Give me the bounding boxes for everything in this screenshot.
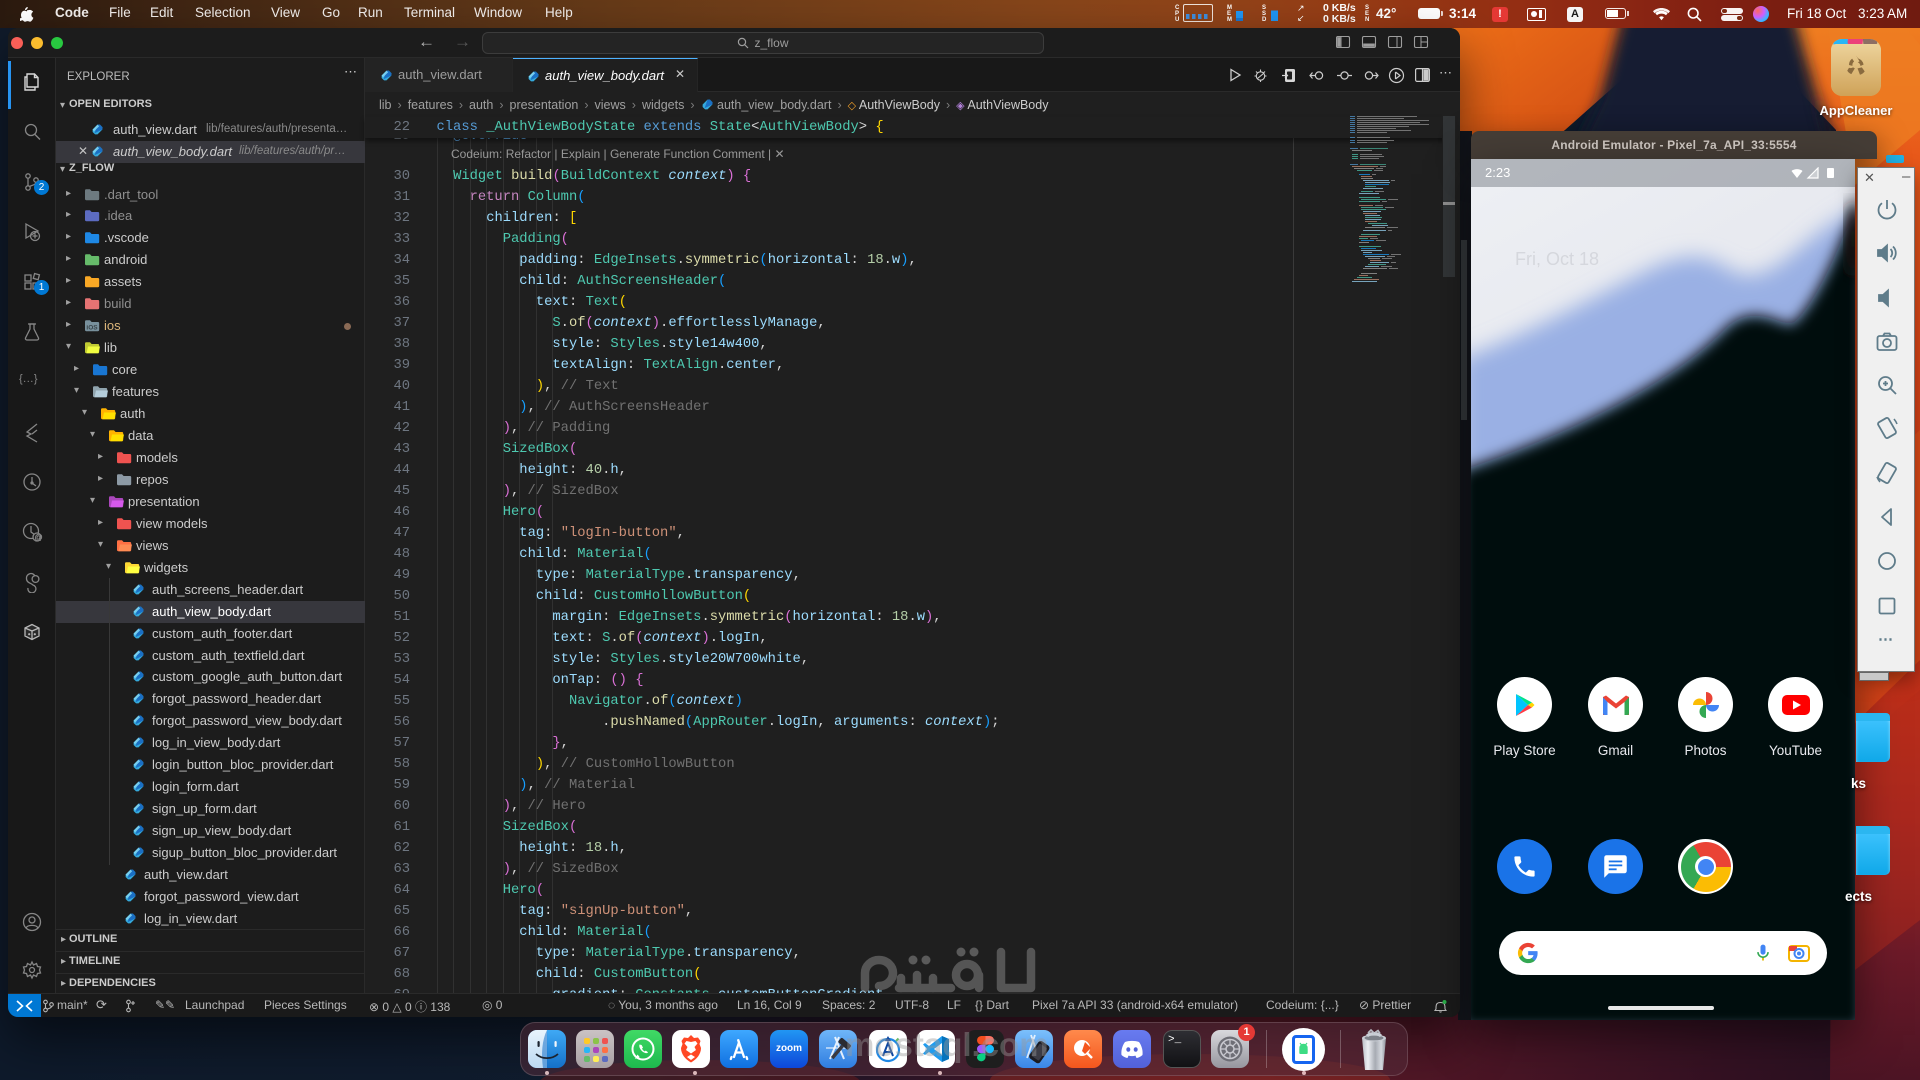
svg-text:iOS: iOS	[86, 325, 98, 332]
svg-text:@: @	[35, 533, 43, 542]
